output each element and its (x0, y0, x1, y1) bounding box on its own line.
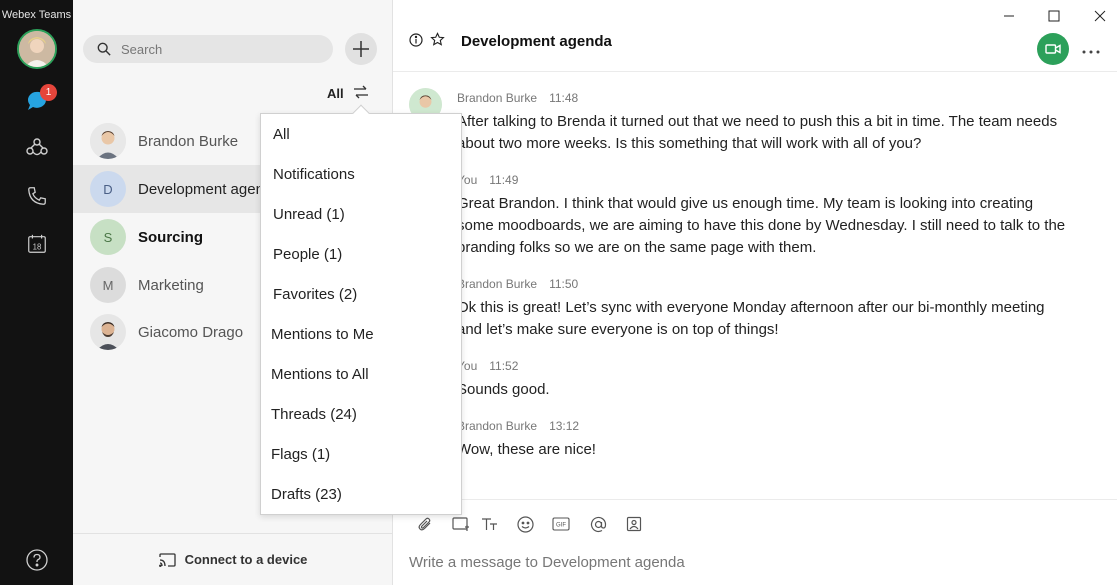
filter-option-favorites[interactable]: Favorites (2) (261, 274, 461, 314)
teams-icon[interactable] (22, 133, 52, 163)
search-icon (97, 42, 111, 56)
star-icon[interactable] (430, 32, 445, 52)
meetings-calendar-icon[interactable]: 18 (22, 229, 52, 259)
message-meta: Brandon Burke 11:50 (457, 277, 578, 291)
message-time: 11:48 (549, 91, 579, 105)
filter-option-all[interactable]: All (261, 114, 461, 154)
conversation-header: Development agenda (393, 0, 1117, 72)
composer: GIF (393, 499, 1117, 585)
user-avatar[interactable] (17, 29, 57, 69)
avatar: M (90, 267, 126, 303)
screenshot-icon[interactable] (451, 514, 471, 534)
message-time: 11:49 (489, 173, 519, 187)
minimize-icon (1004, 15, 1014, 17)
message-body: After talking to Brenda it turned out th… (457, 111, 1077, 155)
gif-icon[interactable]: GIF (551, 514, 571, 534)
space-name: Brandon Burke (138, 132, 239, 150)
message-line: some moodboards, we are aiming to have t… (457, 217, 1066, 234)
message-sender: Brandon Burke (457, 91, 538, 105)
filter-icon[interactable] (353, 85, 369, 104)
plus-icon (353, 41, 369, 57)
maximize-icon (1048, 10, 1060, 22)
filter-option-threads[interactable]: Threads (24) (261, 394, 461, 434)
filter-option-notifications[interactable]: Notifications (261, 154, 461, 194)
connect-device-button[interactable]: Connect to a device (73, 533, 393, 585)
calendar-day: 18 (33, 243, 42, 252)
filter-option-people[interactable]: People (1) (261, 234, 461, 274)
more-options-icon[interactable] (1082, 38, 1100, 59)
message-line: branding folks so we are on the same pag… (457, 239, 817, 256)
message-input[interactable] (409, 550, 1099, 574)
filter-option-drafts[interactable]: Drafts (23) (261, 474, 461, 514)
message-line: and let’s make sure everyone is on top o… (457, 321, 779, 338)
message-time: 13:12 (549, 419, 580, 433)
message-body: Wow, these are nice! (457, 439, 1077, 461)
close-icon (1094, 10, 1106, 22)
message-line: Ok this is great! Let’s sync with everyo… (457, 299, 1045, 316)
cast-icon (158, 552, 176, 567)
maximize-button[interactable] (1044, 6, 1064, 26)
message-sender: Brandon Burke (457, 277, 538, 291)
filter-option-unread[interactable]: Unread (1) (261, 194, 461, 234)
message-meta: Brandon Burke 13:12 (457, 419, 579, 433)
text-format-icon[interactable] (480, 514, 500, 534)
message-body: Sounds good. (457, 379, 1077, 401)
avatar: S (90, 219, 126, 255)
calls-icon[interactable] (22, 181, 52, 211)
message-sender: Brandon Burke (457, 419, 538, 433)
conversation-title: Development agenda (461, 33, 612, 50)
message-meta: You 11:52 (457, 359, 518, 373)
message-line: Wow, these are nice! (457, 441, 596, 458)
close-button[interactable] (1090, 6, 1110, 26)
message-time: 11:50 (549, 277, 579, 291)
conversation-panel: Development agenda Brandon Burke 11:48 Af… (393, 0, 1117, 585)
whiteboard-icon[interactable] (624, 514, 644, 534)
filter-option-flags[interactable]: Flags (1) (261, 434, 461, 474)
space-name: Giacomo Drago (138, 323, 244, 341)
filter-option-mentions-me[interactable]: Mentions to Me (261, 314, 461, 354)
message-line: Sounds good. (457, 381, 550, 398)
mention-icon[interactable] (588, 514, 608, 534)
emoji-icon[interactable] (515, 514, 535, 534)
video-icon (1045, 44, 1061, 54)
help-icon[interactable] (22, 545, 52, 575)
avatar: D (90, 171, 126, 207)
message-line: After talking to Brenda it turned out th… (457, 113, 1058, 130)
space-name: Sourcing (138, 228, 204, 246)
message-time: 11:52 (489, 359, 519, 373)
filter-dropdown: All Notifications Unread (1) People (1) … (260, 104, 462, 515)
message-line: Great Brandon. I think that would give u… (457, 195, 1034, 212)
message-meta: You 11:49 (457, 173, 518, 187)
new-space-button[interactable] (345, 33, 377, 65)
search-input[interactable] (121, 41, 321, 57)
attach-icon[interactable] (415, 514, 435, 534)
message-meta: Brandon Burke 11:48 (457, 91, 578, 105)
video-call-button[interactable] (1037, 33, 1069, 65)
filter-label[interactable]: All (327, 86, 344, 101)
space-name: Marketing (138, 276, 204, 294)
message-line: about two more weeks. Is this something … (457, 135, 922, 152)
message-body: Ok this is great! Let’s sync with everyo… (457, 297, 1077, 341)
app-title: Webex Teams (1, 9, 72, 21)
search-box[interactable] (83, 35, 333, 63)
info-icon[interactable] (409, 33, 423, 52)
space-name: Development agen (138, 180, 264, 198)
app-rail: Webex Teams 1 18 (0, 0, 73, 585)
minimize-button[interactable] (999, 6, 1019, 26)
filter-option-mentions-all[interactable]: Mentions to All (261, 354, 461, 394)
connect-device-label: Connect to a device (184, 552, 308, 567)
avatar (90, 314, 126, 350)
avatar (90, 123, 126, 159)
message-body: Great Brandon. I think that would give u… (457, 193, 1077, 259)
unread-badge: 1 (40, 84, 57, 101)
svg-text:GIF: GIF (556, 523, 566, 529)
